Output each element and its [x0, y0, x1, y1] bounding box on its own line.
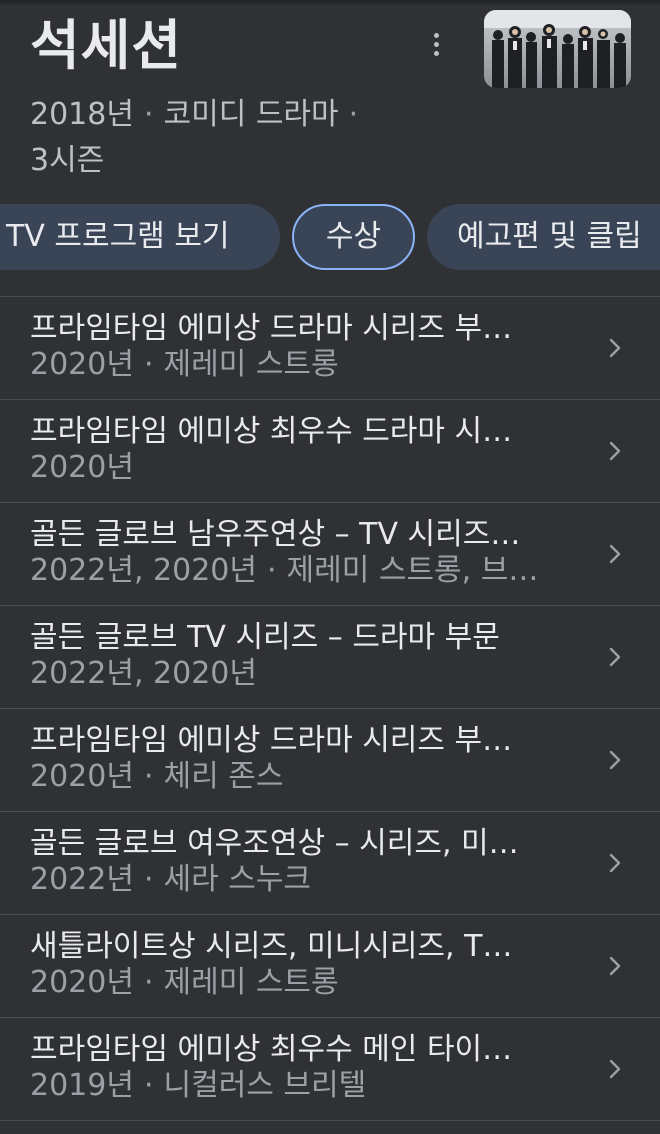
top-shadow [0, 0, 660, 6]
award-separator: · [143, 965, 154, 1000]
show-meta: 2018년 · 코미디 드라마 · 3시즌 [30, 92, 368, 184]
page-title: 석세션 [30, 14, 183, 77]
award-separator: · [143, 347, 154, 382]
award-subtitle: 2022년, 2020년 · 제레미 스트롱, 브… [30, 549, 570, 593]
award-year: 2022년, 2020년 [30, 553, 257, 588]
knowledge-panel: 석세션 2018년 · 코미디 드라마 · 3시즌 TV 프로그램 보기 수상 … [0, 0, 660, 1134]
meta-genre: 코미디 드라마 [163, 97, 339, 132]
tab-bar: TV 프로그램 보기 수상 예고편 및 클립 [0, 204, 660, 270]
award-separator: · [143, 759, 154, 794]
award-item[interactable]: 골든 글로브 남우주연상 – TV 시리즈… 2022년, 2020년 · 제레미 … [0, 503, 660, 606]
chevron-right-icon [609, 1059, 621, 1079]
tab-watch-program[interactable]: TV 프로그램 보기 [0, 204, 280, 270]
tab-trailers-clips[interactable]: 예고편 및 클립 [427, 204, 660, 270]
chevron-right-icon [609, 441, 621, 461]
award-subtitle: 2020년 · 체리 존스 [30, 755, 570, 799]
chevron-right-icon [609, 544, 621, 564]
award-item[interactable]: 프라임타임 에미상 드라마 시리즈 부… 2020년 · 제레미 스트롱 [0, 297, 660, 400]
chevron-right-icon [609, 956, 621, 976]
award-recipient: 세라 스누크 [163, 862, 312, 897]
chevron-right-icon [609, 750, 621, 770]
chevron-right-icon [609, 647, 621, 667]
thumbnail-image [484, 10, 631, 88]
award-item[interactable]: 골든 글로브 여우조연상 – 시리즈, 미… 2022년 · 세라 스누크 [0, 812, 660, 915]
award-subtitle: 2022년 · 세라 스누크 [30, 858, 570, 902]
award-year: 2020년 [30, 450, 134, 485]
awards-list: 프라임타임 에미상 드라마 시리즈 부… 2020년 · 제레미 스트롱 프라임타임… [0, 296, 660, 1121]
award-separator: · [143, 862, 154, 897]
award-subtitle: 2020년 · 제레미 스트롱 [30, 343, 570, 387]
award-subtitle: 2022년, 2020년 [30, 652, 570, 696]
meta-separator: · [143, 97, 154, 132]
chevron-right-icon [609, 853, 621, 873]
award-item[interactable]: 프라임타임 에미상 최우수 메인 타이… 2019년 · 니컬러스 브리텔 [0, 1018, 660, 1121]
award-year: 2020년 [30, 965, 134, 1000]
award-year: 2022년 [30, 862, 134, 897]
award-recipient: 체리 존스 [163, 759, 284, 794]
award-item[interactable]: 새틀라이트상 시리즈, 미니시리즈, T… 2020년 · 제레미 스트롱 [0, 915, 660, 1018]
award-year: 2020년 [30, 759, 134, 794]
meta-separator: · [348, 97, 359, 132]
award-subtitle: 2020년 · 제레미 스트롱 [30, 961, 570, 1005]
award-subtitle: 2019년 · 니컬러스 브리텔 [30, 1064, 570, 1108]
chevron-right-icon [609, 338, 621, 358]
award-separator: · [266, 553, 277, 588]
show-thumbnail[interactable] [484, 10, 631, 88]
tab-awards[interactable]: 수상 [292, 204, 415, 270]
award-item[interactable]: 골든 글로브 TV 시리즈 – 드라마 부문 2022년, 2020년 [0, 606, 660, 709]
meta-year: 2018년 [30, 97, 134, 132]
award-recipient: 제레미 스트롱 [163, 347, 339, 382]
meta-seasons: 3시즌 [30, 143, 105, 178]
award-recipient: 니컬러스 브리텔 [163, 1068, 367, 1103]
award-separator: · [143, 1068, 154, 1103]
award-recipient: 제레미 스트롱, 브… [286, 553, 539, 588]
award-item[interactable]: 프라임타임 에미상 최우수 드라마 시… 2020년 [0, 400, 660, 503]
award-year: 2020년 [30, 347, 134, 382]
award-recipient: 제레미 스트롱 [163, 965, 339, 1000]
award-item[interactable]: 프라임타임 에미상 드라마 시리즈 부… 2020년 · 체리 존스 [0, 709, 660, 812]
award-year: 2019년 [30, 1068, 134, 1103]
award-year: 2022년, 2020년 [30, 656, 257, 691]
more-options-icon[interactable] [418, 26, 454, 62]
award-subtitle: 2020년 [30, 446, 570, 490]
